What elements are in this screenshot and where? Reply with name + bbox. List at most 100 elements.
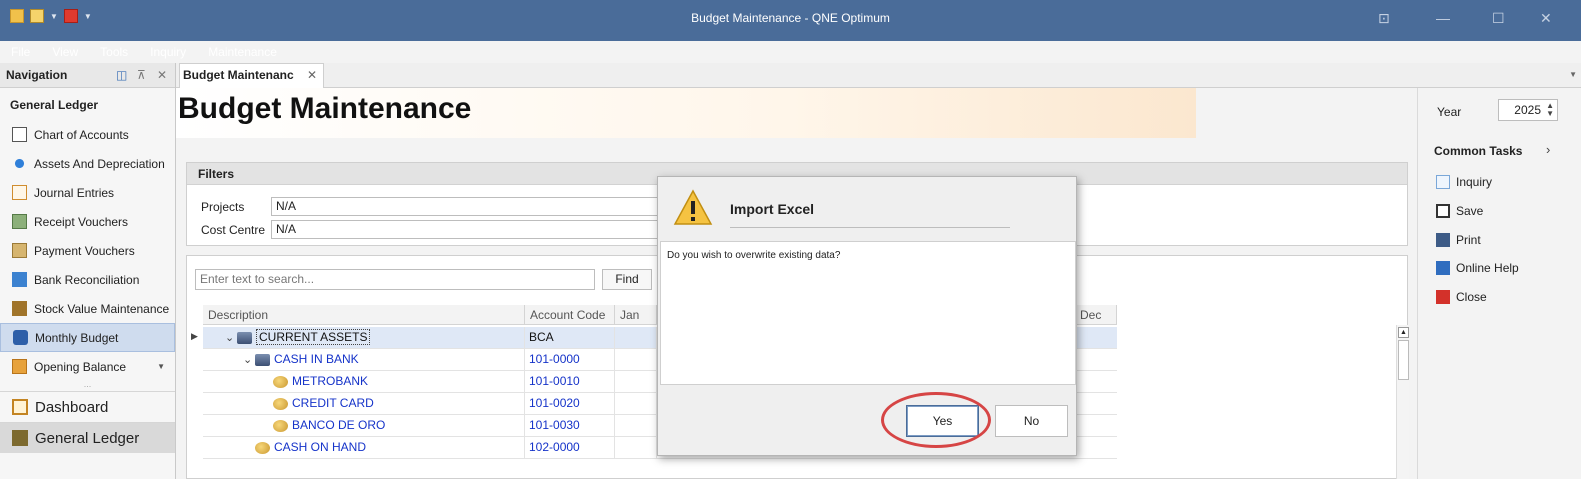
chevron-right-icon[interactable]: › bbox=[1546, 142, 1550, 157]
menu-tools[interactable]: Tools bbox=[89, 41, 139, 63]
column-header-account-code[interactable]: Account Code bbox=[525, 305, 615, 325]
jan-cell[interactable] bbox=[615, 327, 657, 348]
jan-cell[interactable] bbox=[615, 349, 657, 370]
budget-icon bbox=[13, 330, 28, 345]
bank-icon bbox=[12, 272, 27, 287]
tab-budget-maintenance[interactable]: Budget Maintenanc ✕ bbox=[179, 63, 324, 88]
nav-item-journal-entries[interactable]: Journal Entries bbox=[0, 178, 175, 207]
nav-item-label: Chart of Accounts bbox=[34, 127, 129, 142]
dialog-message-area: Do you wish to overwrite existing data? bbox=[660, 241, 1076, 385]
task-inquiry[interactable]: Inquiry bbox=[1436, 175, 1492, 189]
balance-icon bbox=[12, 359, 27, 374]
task-label: Online Help bbox=[1456, 261, 1519, 275]
menu-view[interactable]: View bbox=[41, 41, 89, 63]
description-text: BANCO DE ORO bbox=[292, 418, 386, 432]
scroll-thumb[interactable] bbox=[1398, 340, 1409, 380]
payment-icon bbox=[12, 243, 27, 258]
chevron-down-icon[interactable]: ▼ bbox=[157, 362, 165, 371]
maximize-button[interactable]: ☐ bbox=[1492, 10, 1505, 27]
nav-item-receipt-vouchers[interactable]: Receipt Vouchers bbox=[0, 207, 175, 236]
nav-item-assets-and-depreciation[interactable]: Assets And Depreciation bbox=[0, 149, 175, 178]
dialog-footer: Yes No bbox=[660, 390, 1076, 455]
print-icon bbox=[1436, 233, 1450, 247]
task-label: Print bbox=[1456, 233, 1481, 247]
help-icon bbox=[1436, 261, 1450, 275]
title-bar: ▼ ▼ Budget Maintenance - QNE Optimum ⊡ —… bbox=[0, 0, 1581, 59]
nav-item-opening-balance[interactable]: Opening Balance ▼ bbox=[0, 352, 175, 381]
nav-item-label: Opening Balance bbox=[34, 359, 127, 374]
row-indicator-icon: ▶ bbox=[191, 331, 198, 341]
menu-bar: File View Tools Inquiry Maintenance bbox=[0, 41, 288, 63]
cost-centre-label: Cost Centre bbox=[201, 222, 266, 237]
column-header-description[interactable]: Description bbox=[203, 305, 525, 325]
module-dashboard[interactable]: Dashboard bbox=[0, 391, 175, 422]
account-group-icon bbox=[237, 331, 252, 344]
nav-item-label: Bank Reconciliation bbox=[34, 272, 140, 287]
page-title: Budget Maintenance bbox=[178, 92, 472, 125]
description-cell: ⌄ CURRENT ASSETS bbox=[203, 327, 525, 348]
jan-cell[interactable] bbox=[615, 437, 657, 458]
module-general-ledger[interactable]: General Ledger bbox=[0, 422, 175, 453]
module-label: General Ledger bbox=[35, 429, 140, 447]
menu-maintenance[interactable]: Maintenance bbox=[197, 41, 288, 63]
pin-icon[interactable]: ⊼ bbox=[137, 63, 146, 88]
search-input[interactable]: Enter text to search... bbox=[195, 269, 595, 290]
task-print[interactable]: Print bbox=[1436, 233, 1481, 247]
scroll-up-icon[interactable]: ▲ bbox=[1398, 327, 1409, 338]
navigation-title: Navigation bbox=[6, 68, 68, 82]
account-code-cell: 101-0000 bbox=[525, 349, 615, 370]
account-code-cell: 101-0010 bbox=[525, 371, 615, 392]
close-pane-icon[interactable]: ✕ bbox=[157, 63, 167, 88]
import-excel-dialog: Import Excel Do you wish to overwrite ex… bbox=[657, 176, 1077, 456]
minimize-button[interactable]: — bbox=[1436, 10, 1450, 26]
find-button[interactable]: Find bbox=[602, 269, 652, 290]
vertical-scrollbar[interactable]: ▲ bbox=[1396, 325, 1409, 479]
column-header-jan[interactable]: Jan bbox=[615, 305, 657, 325]
close-icon bbox=[1436, 290, 1450, 304]
nav-item-chart-of-accounts[interactable]: Chart of Accounts bbox=[0, 120, 175, 149]
year-spinner[interactable]: 2025 ▲ ▼ bbox=[1498, 99, 1558, 121]
task-close[interactable]: Close bbox=[1436, 290, 1487, 304]
pane-options-icon[interactable]: ◫ bbox=[116, 63, 127, 88]
description-cell: ⌄ CASH IN BANK bbox=[203, 349, 525, 370]
nav-item-label: Payment Vouchers bbox=[34, 243, 135, 258]
account-group-icon bbox=[255, 353, 270, 366]
account-icon bbox=[255, 441, 270, 454]
account-code-cell: BCA bbox=[525, 327, 615, 348]
nav-overflow-dots[interactable]: ... bbox=[0, 380, 175, 391]
menu-file[interactable]: File bbox=[0, 41, 41, 63]
jan-cell[interactable] bbox=[615, 371, 657, 392]
task-save[interactable]: Save bbox=[1436, 204, 1483, 218]
task-online-help[interactable]: Online Help bbox=[1436, 261, 1519, 275]
chevron-down-icon[interactable]: ⌄ bbox=[225, 328, 237, 349]
menu-inquiry[interactable]: Inquiry bbox=[139, 41, 197, 63]
ribbon-toggle-button[interactable]: ⊡ bbox=[1378, 10, 1390, 27]
journal-icon bbox=[12, 185, 27, 200]
receipt-icon bbox=[12, 214, 27, 229]
save-icon bbox=[1436, 204, 1450, 218]
nav-item-bank-reconciliation[interactable]: Bank Reconciliation bbox=[0, 265, 175, 294]
close-window-button[interactable]: ✕ bbox=[1540, 10, 1552, 27]
highlight-annotation bbox=[881, 392, 991, 448]
chevron-down-icon[interactable]: ▼ bbox=[1569, 70, 1577, 79]
column-header-dec[interactable]: Dec bbox=[1075, 305, 1117, 325]
nav-item-monthly-budget[interactable]: Monthly Budget bbox=[0, 323, 175, 352]
spinner-arrows-icon[interactable]: ▲ ▼ bbox=[1546, 102, 1554, 118]
chevron-down-icon[interactable]: ⌄ bbox=[243, 350, 255, 371]
jan-cell[interactable] bbox=[615, 415, 657, 436]
nav-item-label: Stock Value Maintenance bbox=[34, 301, 170, 316]
account-icon bbox=[273, 375, 288, 388]
nav-item-payment-vouchers[interactable]: Payment Vouchers bbox=[0, 236, 175, 265]
warning-icon bbox=[673, 189, 713, 225]
nav-item-stock-value-maintenance[interactable]: Stock Value Maintenance bbox=[0, 294, 175, 323]
close-tab-icon[interactable]: ✕ bbox=[307, 64, 317, 87]
description-text: CASH ON HAND bbox=[274, 440, 367, 454]
no-button[interactable]: No bbox=[995, 405, 1068, 437]
description-text: CURRENT ASSETS bbox=[256, 329, 371, 345]
jan-cell[interactable] bbox=[615, 393, 657, 414]
navigation-panel: Navigation ◫ ⊼ ✕ General Ledger Chart of… bbox=[0, 63, 176, 479]
dialog-title: Import Excel bbox=[730, 201, 815, 217]
task-label: Inquiry bbox=[1456, 175, 1493, 189]
tab-label: Budget Maintenanc bbox=[183, 68, 294, 82]
navigation-header: Navigation ◫ ⊼ ✕ bbox=[0, 63, 175, 88]
